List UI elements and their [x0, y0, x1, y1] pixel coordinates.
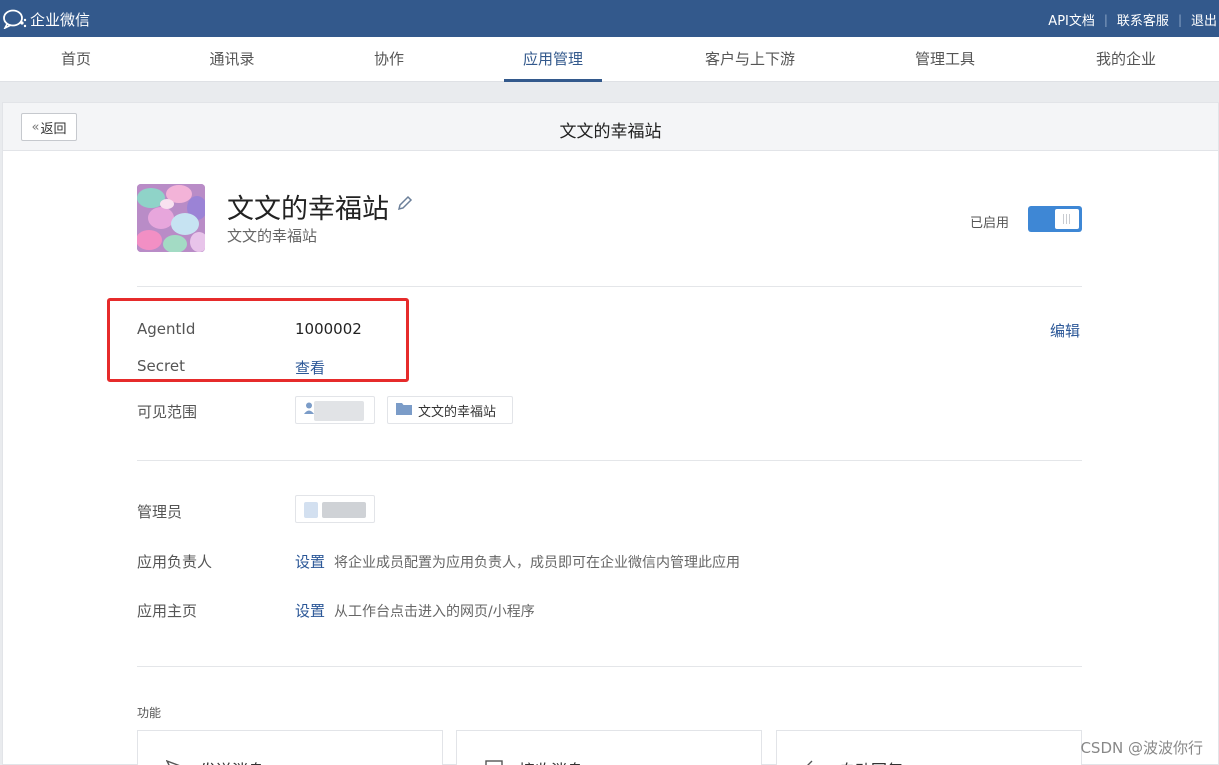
- brand-name: 企业微信: [30, 10, 91, 29]
- divider: [137, 460, 1082, 461]
- nav-item-my-company[interactable]: 我的企业: [1086, 37, 1166, 82]
- separator: |: [1103, 12, 1108, 27]
- feature-label: 自动回复: [839, 757, 903, 765]
- nav-item-home[interactable]: 首页: [46, 37, 106, 82]
- owner-hint: 将企业成员配置为应用负责人，成员即可在企业微信内管理此应用: [334, 555, 741, 571]
- separator: |: [1177, 12, 1182, 27]
- visible-scope-label: 可见范围: [137, 403, 198, 421]
- admin-chip[interactable]: [295, 495, 375, 523]
- app-logo: [137, 184, 205, 252]
- feature-auto-reply[interactable]: 自动回复: [776, 730, 1082, 765]
- main-nav: 首页 通讯录 协作 应用管理 客户与上下游 管理工具 我的企业: [0, 37, 1219, 82]
- app-subtitle: 文文的幸福站: [227, 227, 318, 245]
- homepage-hint: 从工作台点击进入的网页/小程序: [334, 604, 535, 620]
- feature-send-message[interactable]: 发送消息: [137, 730, 443, 765]
- nav-item-collaboration[interactable]: 协作: [362, 37, 416, 82]
- contact-support-link[interactable]: 联系客服: [1117, 10, 1169, 29]
- visible-member-chip[interactable]: [295, 396, 375, 424]
- divider: [137, 666, 1082, 667]
- app-name: 文文的幸福站: [227, 194, 389, 225]
- blurred-name: [322, 502, 366, 518]
- blurred-avatar: [304, 502, 318, 518]
- feature-label: 发送消息: [200, 757, 264, 765]
- visible-dept-name: 文文的幸福站: [418, 404, 497, 420]
- feature-receive-message[interactable]: 接收消息: [456, 730, 762, 765]
- watermark: CSDN @波波你行: [1080, 739, 1203, 757]
- logout-link[interactable]: 退出: [1191, 10, 1217, 29]
- user-icon: [304, 402, 314, 418]
- secret-label: Secret: [137, 357, 185, 375]
- page-title: 文文的幸福站: [559, 122, 662, 142]
- nav-item-app-management[interactable]: 应用管理: [504, 37, 602, 82]
- owner-set-link[interactable]: 设置: [295, 553, 325, 571]
- nav-item-management-tools[interactable]: 管理工具: [906, 37, 984, 82]
- divider: [137, 286, 1082, 287]
- edit-link[interactable]: 编辑: [1050, 320, 1080, 341]
- wecom-logo-icon: [2, 9, 28, 30]
- inbox-icon: [485, 759, 503, 765]
- owner-row: 设置 将企业成员配置为应用负责人，成员即可在企业微信内管理此应用: [295, 551, 740, 572]
- agentid-label: AgentId: [137, 320, 196, 338]
- visible-dept-chip[interactable]: 文文的幸福站: [387, 396, 513, 424]
- reply-icon: [805, 759, 823, 765]
- owner-label: 应用负责人: [137, 553, 213, 571]
- feature-label: 接收消息: [519, 757, 583, 765]
- nav-item-contacts[interactable]: 通讯录: [196, 37, 268, 82]
- send-icon: [165, 759, 184, 765]
- agentid-value: 1000002: [295, 320, 362, 338]
- homepage-label: 应用主页: [137, 602, 198, 620]
- admin-label: 管理员: [137, 503, 183, 521]
- folder-icon: [396, 402, 412, 419]
- status-label: 已启用: [970, 216, 1010, 231]
- enable-toggle[interactable]: [1028, 206, 1082, 232]
- nav-item-customers[interactable]: 客户与上下游: [694, 37, 806, 82]
- api-docs-link[interactable]: API文档: [1048, 10, 1095, 29]
- homepage-set-link[interactable]: 设置: [295, 602, 325, 620]
- blurred-name: [314, 401, 364, 421]
- features-section-label: 功能: [137, 706, 162, 720]
- top-links: API文档 | 联系客服 | 退出: [1048, 10, 1217, 30]
- card-header: « 返回 文文的幸福站: [3, 103, 1218, 151]
- app-detail-card: « 返回 文文的幸福站 文文的幸福站 文文的幸福站 已启用 AgentId 10…: [2, 102, 1219, 765]
- pencil-icon[interactable]: [397, 195, 413, 211]
- toggle-knob: [1055, 209, 1079, 229]
- top-bar: 企业微信 API文档 | 联系客服 | 退出: [0, 0, 1219, 37]
- brand[interactable]: 企业微信: [2, 8, 90, 30]
- view-secret-link[interactable]: 查看: [295, 357, 325, 378]
- homepage-row: 设置 从工作台点击进入的网页/小程序: [295, 600, 535, 621]
